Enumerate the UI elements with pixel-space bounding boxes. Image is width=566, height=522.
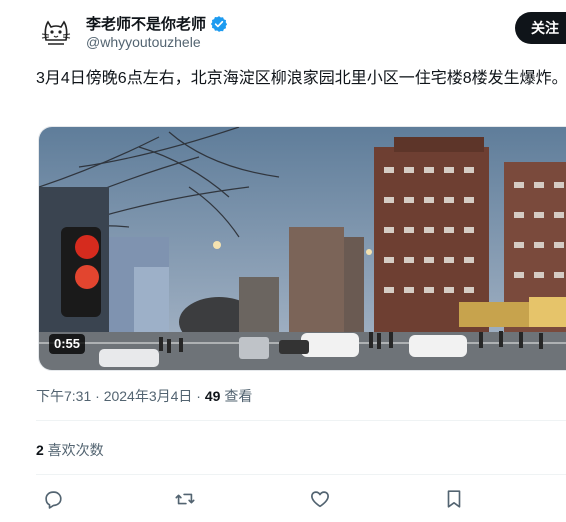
bookmark-icon [447,490,461,508]
reply-button[interactable] [41,487,65,511]
verified-badge-icon [210,15,228,32]
author-handle[interactable]: @whyyoutouzhele [86,34,201,50]
video-duration: 0:55 [49,334,86,354]
tweet-text: 3月4日傍晚6点左右，北京海淀区柳浪家园北里小区一住宅楼8楼发生爆炸。 [36,70,566,87]
like-icon [311,491,329,508]
avatar[interactable] [36,12,76,52]
likes-label: 喜欢次数 [43,442,104,458]
bookmark-button[interactable] [442,487,466,511]
video-thumbnail [39,127,566,370]
likes-summary[interactable]: 2 喜欢次数 [36,440,104,460]
views-label: 查看 [220,388,253,404]
author-display-name[interactable]: 李老师不是你老师 [86,13,206,34]
divider [36,474,566,475]
retweet-icon [175,493,195,505]
video-player[interactable] [38,126,566,371]
author-name-row[interactable]: 李老师不是你老师 [86,13,228,34]
tweet-timestamp[interactable]: 下午7:31 · 2024年3月4日 · [36,388,205,404]
follow-button[interactable]: 关注 [515,12,566,44]
retweet-button[interactable] [173,487,197,511]
divider [36,420,566,421]
cat-avatar-icon [36,12,76,52]
like-button[interactable] [308,487,332,511]
views-count: 49 [204,388,221,404]
likes-count: 2 [36,442,44,458]
tweet-meta: 下午7:31 · 2024年3月4日 · 49 查看 [36,386,252,406]
reply-icon [45,491,62,509]
